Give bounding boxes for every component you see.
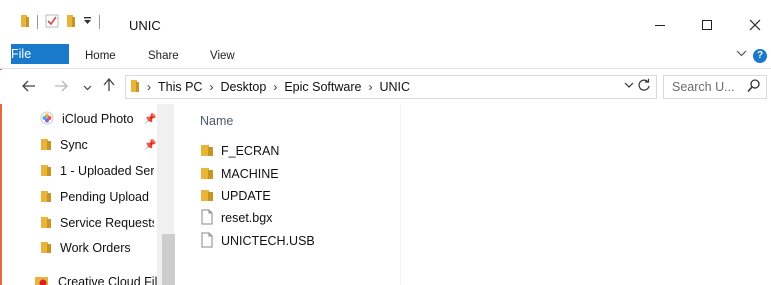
- folder-icon: [200, 166, 214, 183]
- file-explorer-window: UNIC File Home Share View ? › This PC › …: [0, 0, 771, 285]
- tab-share[interactable]: Share: [148, 44, 179, 68]
- file-name: UNICTECH.USB: [221, 234, 315, 248]
- new-folder-icon[interactable]: [66, 14, 76, 31]
- nav-item-label: Work Orders: [60, 241, 131, 255]
- quick-access-toolbar: [20, 14, 100, 30]
- list-item[interactable]: UPDATE: [200, 186, 271, 206]
- folder-icon[interactable]: [20, 14, 30, 31]
- pin-icon: 📌: [144, 114, 157, 125]
- chevron-right-icon[interactable]: ›: [273, 80, 277, 94]
- folder-icon: [40, 189, 52, 206]
- minimize-button[interactable]: [648, 14, 672, 36]
- expand-ribbon-button[interactable]: [736, 48, 747, 62]
- file-name: F_ECRAN: [221, 144, 280, 158]
- tab-file[interactable]: File: [11, 44, 69, 64]
- nav-item-uploaded[interactable]: 1 - Uploaded Ser: [40, 161, 154, 181]
- refresh-icon: [638, 78, 650, 91]
- chevron-right-icon[interactable]: ›: [209, 80, 213, 94]
- list-item[interactable]: MACHINE: [200, 164, 279, 184]
- scrollbar-thumb[interactable]: [162, 234, 175, 285]
- nav-item-label: iCloud Photo: [62, 112, 134, 126]
- folder-icon: [130, 79, 140, 96]
- search-icon[interactable]: [747, 79, 760, 96]
- breadcrumb-item[interactable]: Epic Software: [284, 80, 361, 94]
- file-name: UPDATE: [221, 189, 271, 203]
- folder-icon: [40, 137, 52, 154]
- list-item[interactable]: reset.bgx: [200, 208, 272, 228]
- nav-item-creative-cloud[interactable]: Creative Cloud Fil: [34, 272, 158, 285]
- up-button[interactable]: [100, 77, 118, 96]
- forward-button[interactable]: [52, 78, 70, 96]
- address-bar[interactable]: › This PC › Desktop › Epic Software › UN…: [125, 75, 657, 99]
- forward-arrow-icon: [55, 80, 68, 92]
- recent-locations-button[interactable]: [80, 78, 94, 96]
- title-bar: UNIC: [0, 0, 771, 44]
- up-arrow-icon: [103, 77, 115, 91]
- help-button[interactable]: ?: [753, 49, 767, 63]
- folder-icon: [200, 188, 214, 205]
- nav-item-label: Service Requests: [60, 216, 154, 230]
- file-name: reset.bgx: [221, 211, 273, 225]
- column-divider[interactable]: [400, 104, 401, 285]
- nav-item-label: Pending Upload: [60, 190, 149, 204]
- ribbon-tabs: File Home Share View ?: [0, 44, 771, 69]
- icloud-photos-icon: [40, 111, 54, 128]
- list-item[interactable]: F_ECRAN: [200, 141, 279, 161]
- folder-icon: [40, 163, 52, 180]
- nav-item-label: 1 - Uploaded Ser: [60, 164, 154, 178]
- properties-icon[interactable]: [45, 14, 59, 31]
- maximize-icon: [702, 20, 712, 30]
- list-item[interactable]: UNICTECH.USB: [200, 231, 315, 251]
- tab-view[interactable]: View: [210, 44, 235, 68]
- window-title: UNIC: [129, 18, 161, 33]
- maximize-button[interactable]: [695, 14, 719, 36]
- close-icon: [749, 19, 761, 31]
- customize-toolbar-icon[interactable]: [83, 15, 92, 29]
- pin-icon: 📌: [144, 140, 157, 151]
- breadcrumb: › This PC › Desktop › Epic Software › UN…: [130, 76, 410, 98]
- nav-item-work-orders[interactable]: Work Orders: [40, 238, 154, 258]
- search-placeholder: Search U...: [672, 80, 735, 94]
- chevron-down-icon: [624, 82, 634, 88]
- back-button[interactable]: [20, 78, 38, 96]
- nav-item-sync[interactable]: Sync: [40, 135, 140, 155]
- chevron-down-icon: [736, 50, 747, 57]
- tab-home[interactable]: Home: [85, 44, 116, 68]
- breadcrumb-item[interactable]: This PC: [158, 80, 202, 94]
- folder-icon: [40, 215, 52, 232]
- file-name: MACHINE: [221, 167, 279, 181]
- nav-item-service-requests[interactable]: Service Requests: [40, 213, 154, 233]
- chevron-right-icon[interactable]: ›: [147, 80, 151, 94]
- address-dropdown-button[interactable]: [624, 80, 634, 93]
- chevron-right-icon[interactable]: ›: [368, 80, 372, 94]
- file-icon: [200, 232, 214, 251]
- close-button[interactable]: [743, 14, 767, 36]
- folder-icon: [200, 143, 214, 160]
- breadcrumb-item[interactable]: UNIC: [379, 80, 410, 94]
- toolbar-separator: [99, 15, 100, 29]
- chevron-down-icon: [83, 85, 91, 91]
- column-header-name[interactable]: Name: [200, 114, 233, 128]
- folder-icon: [40, 240, 52, 257]
- nav-item-label: Sync: [60, 138, 88, 152]
- nav-item-pending-upload[interactable]: Pending Upload: [40, 187, 154, 207]
- back-arrow-icon: [22, 80, 35, 92]
- file-icon: [200, 209, 214, 228]
- nav-item-label: Creative Cloud Fil: [58, 275, 158, 285]
- minimize-icon: [655, 25, 665, 26]
- creative-cloud-folder-icon: [34, 274, 50, 285]
- toolbar-separator: [37, 15, 38, 29]
- refresh-button[interactable]: [637, 78, 651, 95]
- search-input[interactable]: Search U...: [663, 75, 767, 99]
- breadcrumb-item[interactable]: Desktop: [220, 80, 266, 94]
- nav-item-icloud-photos[interactable]: iCloud Photo: [40, 109, 140, 129]
- navigation-bar: › This PC › Desktop › Epic Software › UN…: [0, 70, 771, 104]
